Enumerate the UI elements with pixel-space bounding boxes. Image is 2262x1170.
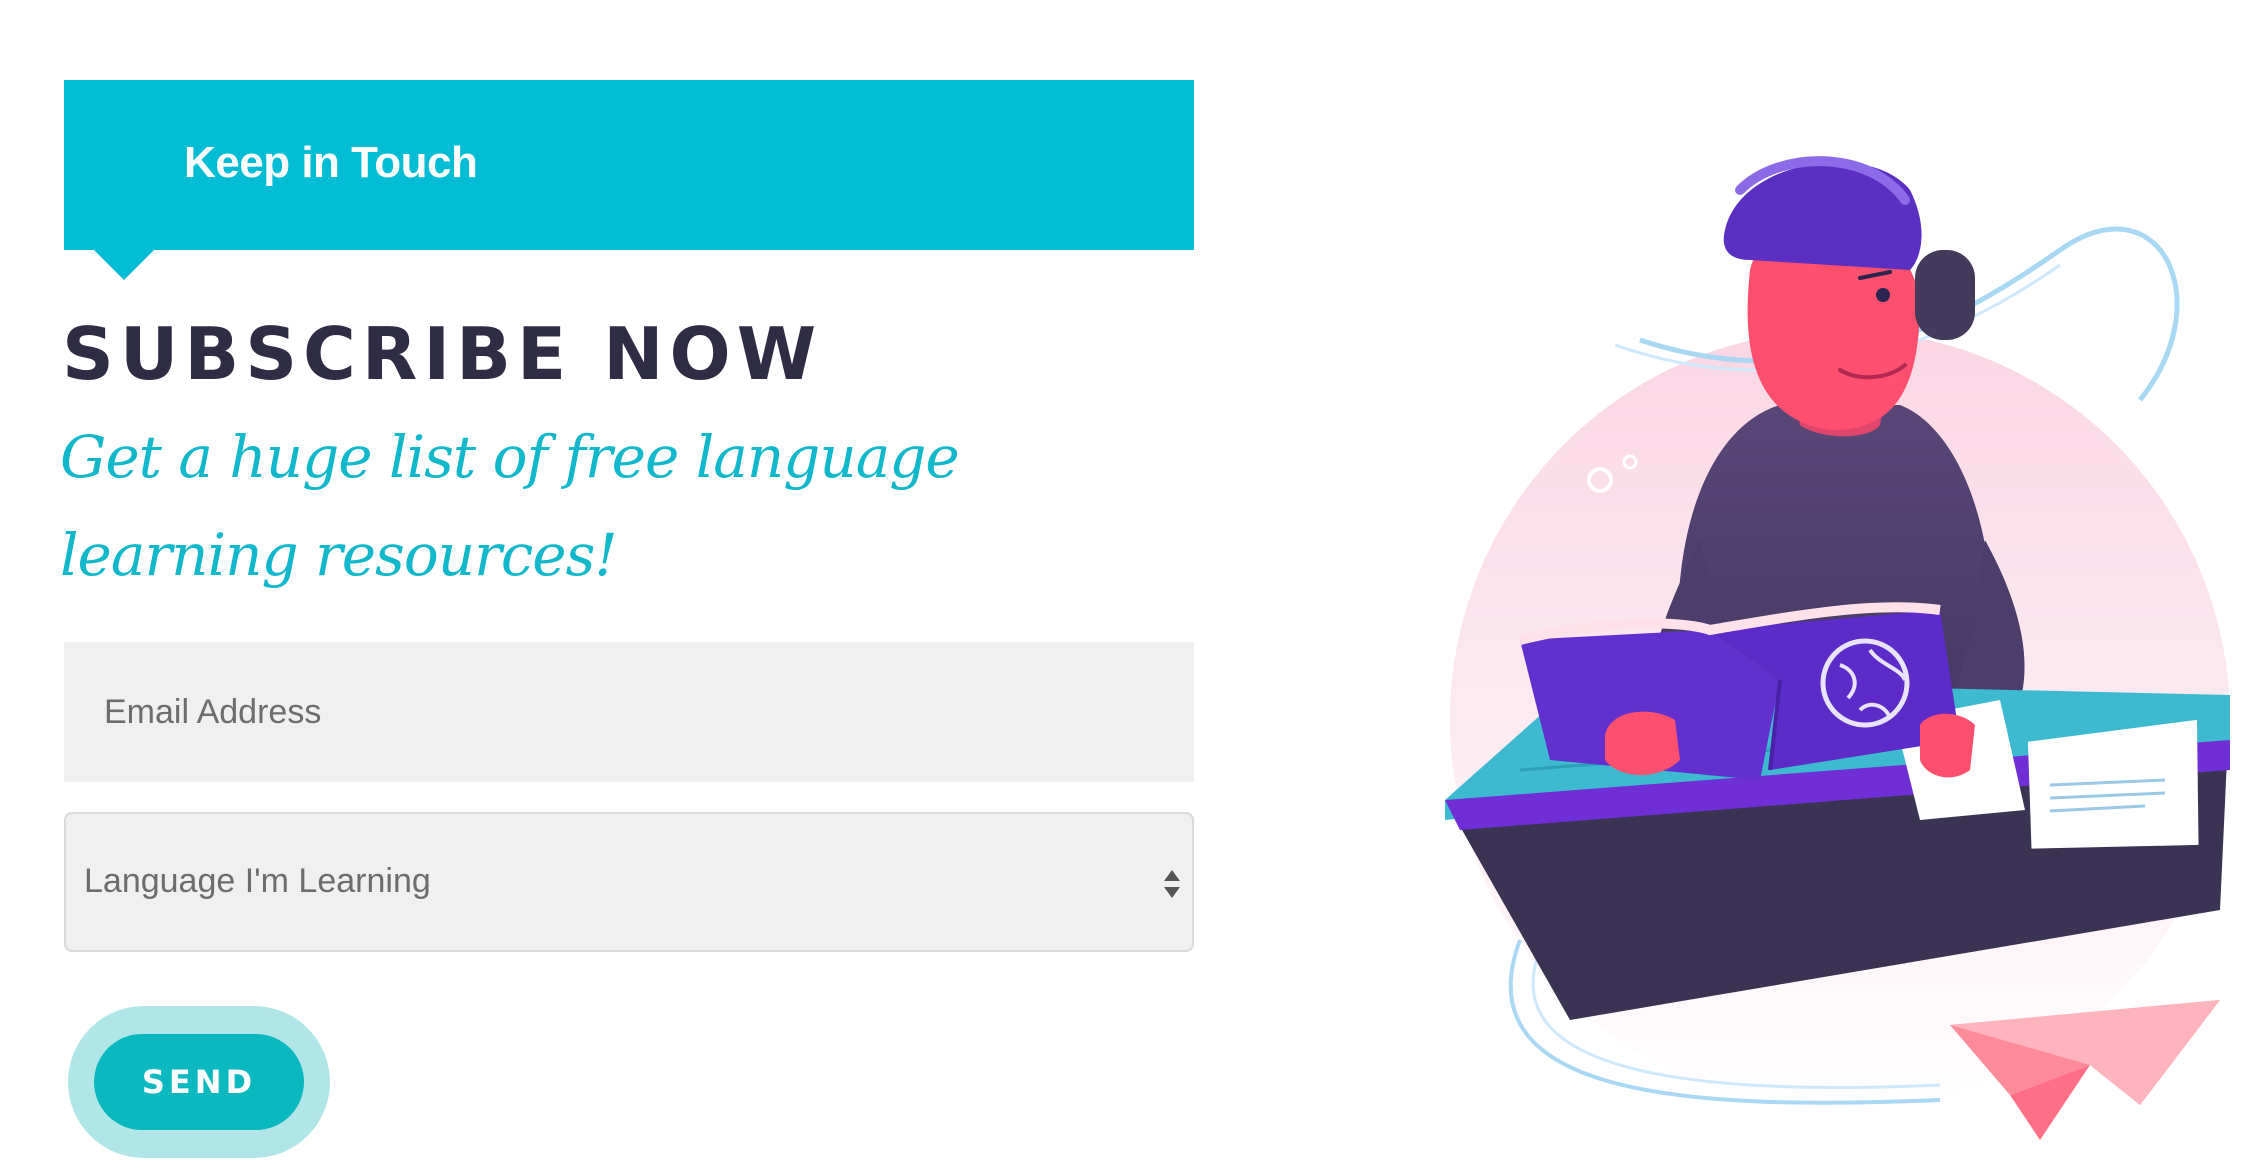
language-select-value: Language I'm Learning (84, 862, 431, 900)
banner-title: Keep in Touch (184, 138, 478, 187)
language-select[interactable]: Language I'm Learning (64, 812, 1194, 952)
send-button[interactable]: SEND (94, 1034, 304, 1130)
person-reading-illustration (1445, 156, 2230, 1140)
select-arrows-icon (1164, 870, 1180, 898)
email-field[interactable] (64, 642, 1194, 782)
banner-pointer (94, 250, 154, 280)
keep-in-touch-banner: Keep in Touch (64, 80, 1194, 250)
subscribe-tagline: Get a huge list of free language learnin… (60, 423, 960, 589)
subscribe-heading: SUBSCRIBE NOW (62, 312, 823, 396)
